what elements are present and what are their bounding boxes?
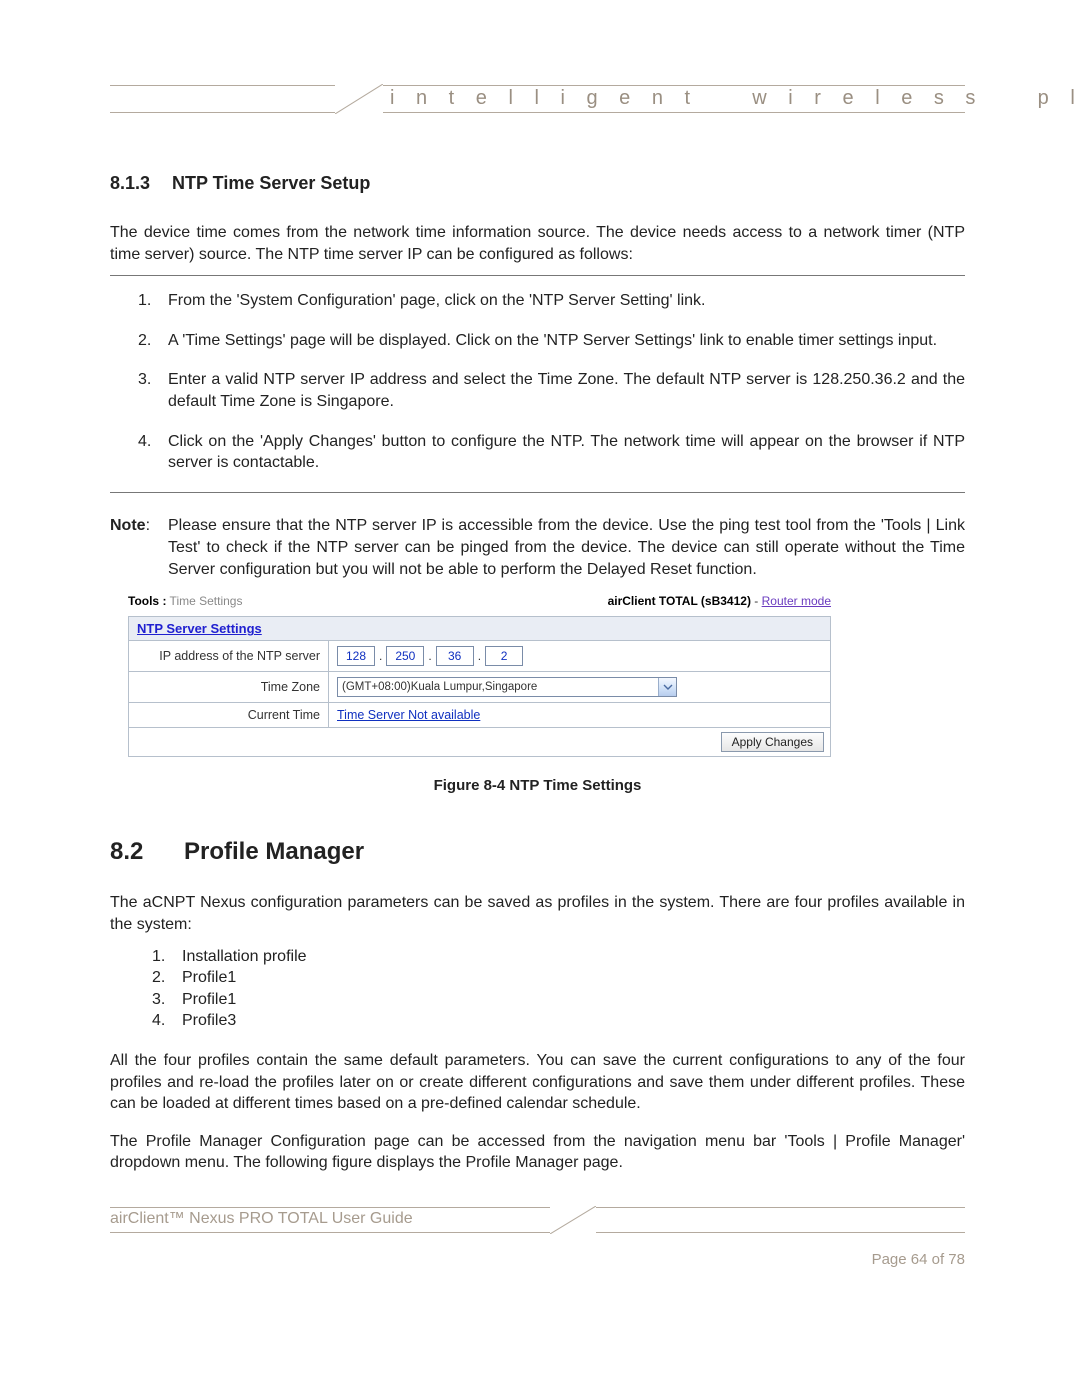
ntp-server-settings-link[interactable]: NTP Server Settings [137,621,262,636]
note-body: Please ensure that the NTP server IP is … [168,515,965,581]
header-tagline: i n t e l l i g e n t w i r e l e s s p … [390,87,965,110]
figure-ntp-settings: Tools : Time Settings airClient TOTAL (s… [110,594,965,794]
breadcrumb: Tools : Time Settings [128,594,242,608]
figure-caption: Figure 8-4 NTP Time Settings [110,777,965,794]
chevron-down-icon [658,678,676,696]
timezone-select[interactable]: (GMT+08:00)Kuala Lumpur,Singapore [337,677,677,697]
embedded-ui: Tools : Time Settings airClient TOTAL (s… [128,594,831,757]
router-mode-link[interactable]: Router mode [762,594,831,608]
ip-octet-1[interactable] [337,646,375,666]
breadcrumb-tools: Tools : [128,594,166,608]
product-name: airClient TOTAL (sB3412) [608,594,751,608]
heading-title: NTP Time Server Setup [172,173,370,193]
ip-octet-2[interactable] [386,646,424,666]
section82-para3: The Profile Manager Configuration page c… [110,1131,965,1174]
intro-paragraph: The device time comes from the network t… [110,222,965,265]
step-item: A 'Time Settings' page will be displayed… [168,330,965,352]
ip-octet-4[interactable] [485,646,523,666]
heading-number: 8.2 [110,838,184,866]
label-current-time: Current Time [129,703,329,728]
label-timezone: Time Zone [129,672,329,703]
section82-para2: All the four profiles contain the same d… [110,1050,965,1115]
breadcrumb-page: Time Settings [166,594,242,608]
list-item: Profile1 [182,989,965,1011]
page-footer: airClient™ Nexus PRO TOTAL User Guide Pa… [110,1207,965,1233]
mode-separator: - [751,594,762,608]
divider [110,492,965,493]
heading-82: 8.2Profile Manager [110,838,965,866]
timezone-value: (GMT+08:00)Kuala Lumpur,Singapore [338,681,658,693]
ip-input-group: . . . [337,646,822,666]
steps-list: From the 'System Configuration' page, cl… [110,290,965,474]
list-item: Profile3 [182,1010,965,1032]
section82-intro: The aCNPT Nexus configuration parameters… [110,892,965,935]
page-content: i n t e l l i g e n t w i r e l e s s p … [110,85,965,1184]
note-block: Note: Please ensure that the NTP server … [110,515,965,581]
step-item: Enter a valid NTP server IP address and … [168,369,965,412]
step-item: Click on the 'Apply Changes' button to c… [168,431,965,474]
divider [110,275,965,276]
apply-changes-button[interactable]: Apply Changes [721,732,824,752]
settings-table: NTP Server Settings IP address of the NT… [128,616,831,757]
page-header: i n t e l l i g e n t w i r e l e s s p … [110,85,965,113]
heading-title: Profile Manager [184,838,364,865]
device-mode: airClient TOTAL (sB3412) - Router mode [608,594,831,608]
footer-doc-title: airClient™ Nexus PRO TOTAL User Guide [110,1210,413,1228]
current-time-value[interactable]: Time Server Not available [337,708,480,722]
ip-octet-3[interactable] [436,646,474,666]
profiles-list: Installation profile Profile1 Profile1 P… [110,946,965,1032]
heading-number: 8.1.3 [110,173,172,194]
step-item: From the 'System Configuration' page, cl… [168,290,965,312]
label-ip: IP address of the NTP server [129,641,329,672]
footer-page-number: Page 64 of 78 [872,1251,965,1268]
list-item: Profile1 [182,967,965,989]
list-item: Installation profile [182,946,965,968]
note-label: Note [110,517,146,534]
heading-813: 8.1.3NTP Time Server Setup [110,173,965,194]
